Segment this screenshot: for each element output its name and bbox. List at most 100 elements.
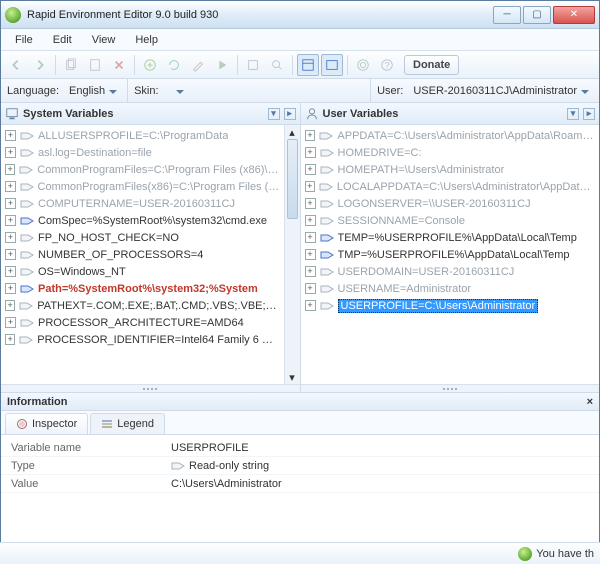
pane-collapse-button[interactable]: ▸	[583, 108, 595, 120]
tree-row[interactable]: +ComSpec=%SystemRoot%\system32\cmd.exe	[1, 212, 284, 229]
tree-row-text: CommonProgramFiles=C:\Program Files (x86…	[37, 164, 279, 176]
expand-icon[interactable]: +	[5, 266, 16, 277]
skin-dropdown[interactable]	[165, 85, 190, 97]
expand-icon[interactable]: +	[5, 334, 15, 345]
tree-row[interactable]: +OS=Windows_NT	[1, 263, 284, 280]
expand-icon[interactable]: +	[5, 249, 16, 260]
separator	[347, 55, 348, 75]
tree-row[interactable]: +USERDOMAIN=USER-20160311CJ	[301, 263, 600, 280]
tree-row[interactable]: +asl.log=Destination=file	[1, 144, 284, 161]
menu-help[interactable]: Help	[127, 31, 166, 49]
expand-icon[interactable]: +	[5, 198, 16, 209]
tree-row[interactable]: +TMP=%USERPROFILE%\AppData\Local\Temp	[301, 246, 600, 263]
tree-row-text: PROCESSOR_IDENTIFIER=Intel64 Family 6 Mo…	[37, 334, 279, 346]
expand-icon[interactable]: +	[5, 232, 16, 243]
scroll-up-icon[interactable]: ▴	[285, 125, 300, 139]
info-value-label: Value	[1, 478, 171, 490]
expand-icon[interactable]: +	[305, 130, 316, 141]
tree-row[interactable]: +HOMEPATH=\Users\Administrator	[301, 161, 600, 178]
toolbar-search-button[interactable]	[266, 54, 288, 76]
pane-collapse-button[interactable]: ▸	[284, 108, 296, 120]
expand-icon[interactable]: +	[5, 300, 15, 311]
expand-icon[interactable]: +	[305, 198, 316, 209]
expand-icon[interactable]: +	[5, 147, 16, 158]
tree-row[interactable]: +NUMBER_OF_PROCESSORS=4	[1, 246, 284, 263]
pane-menu-button[interactable]: ▾	[567, 108, 579, 120]
tree-row-text: USERNAME=Administrator	[338, 283, 472, 295]
expand-icon[interactable]: +	[5, 283, 16, 294]
expand-icon[interactable]: +	[305, 215, 316, 226]
tree-row[interactable]: + USERNAME=Administrator	[301, 280, 600, 297]
tree-row[interactable]: + CommonProgramFiles(x86)=C:\Program File…	[1, 178, 284, 195]
tree-row[interactable]: + SESSIONNAME=Console	[301, 212, 600, 229]
expand-icon[interactable]: +	[305, 266, 316, 277]
toolbar-add-button[interactable]	[139, 54, 161, 76]
tab-inspector[interactable]: Inspector	[5, 413, 88, 434]
toolbar-import-button[interactable]	[242, 54, 264, 76]
scroll-down-icon[interactable]: ▾	[285, 370, 300, 384]
tree-row-text: HOMEDRIVE=C:	[338, 147, 422, 159]
toolbar-help-button[interactable]: ?	[376, 54, 398, 76]
tree-row[interactable]: +ALLUSERSPROFILE=C:\ProgramData	[1, 127, 284, 144]
expand-icon[interactable]: +	[5, 164, 15, 175]
tree-row[interactable]: + HOMEDRIVE=C:	[301, 144, 600, 161]
system-tree[interactable]: +ALLUSERSPROFILE=C:\ProgramData+asl.log=…	[1, 125, 284, 384]
toolbar-edit-button[interactable]	[187, 54, 209, 76]
scroll-thumb[interactable]	[287, 139, 298, 219]
maximize-button[interactable]: ▢	[523, 6, 551, 24]
tree-row-text: SESSIONNAME=Console	[338, 215, 465, 227]
toolbar-refresh-button[interactable]	[163, 54, 185, 76]
expand-icon[interactable]: +	[5, 215, 16, 226]
expand-icon[interactable]: +	[305, 283, 316, 294]
toolbar-view-button[interactable]	[321, 54, 343, 76]
expand-icon[interactable]: +	[305, 147, 316, 158]
tree-row[interactable]: +PROCESSOR_ARCHITECTURE=AMD64	[1, 314, 284, 331]
tree-row[interactable]: +LOCALAPPDATA=C:\Users\Administrator\App…	[301, 178, 600, 195]
tab-legend[interactable]: Legend	[90, 413, 165, 434]
tree-row[interactable]: + CommonProgramFiles=C:\Program Files (x8…	[1, 161, 284, 178]
toolbar-run-button[interactable]	[211, 54, 233, 76]
expand-icon[interactable]: +	[305, 300, 316, 311]
tree-row[interactable]: + PROCESSOR_IDENTIFIER=Intel64 Family 6 M…	[1, 331, 284, 348]
tree-row[interactable]: +TEMP=%USERPROFILE%\AppData\Local\Temp	[301, 229, 600, 246]
tree-row[interactable]: +PATHEXT=.COM;.EXE;.BAT;.CMD;.VBS;.VBE;.…	[1, 297, 284, 314]
toolbar-paste-button[interactable]	[84, 54, 106, 76]
expand-icon[interactable]: +	[5, 130, 16, 141]
donate-button[interactable]: Donate	[404, 55, 459, 75]
scrollbar[interactable]: ▴ ▾	[284, 125, 300, 384]
expand-icon[interactable]: +	[5, 317, 16, 328]
info-close-button[interactable]: ×	[587, 396, 593, 408]
tree-row[interactable]: +Path=%SystemRoot%\system32;%System	[1, 280, 284, 297]
language-dropdown[interactable]: English	[65, 85, 123, 97]
toolbar-settings-button[interactable]	[352, 54, 374, 76]
toolbar-filter-button[interactable]	[297, 54, 319, 76]
menu-file[interactable]: File	[7, 31, 41, 49]
option-bar: Language: English Skin: User: USER-20160…	[1, 79, 599, 103]
expand-icon[interactable]: +	[5, 181, 16, 192]
inspector-icon	[16, 418, 28, 430]
tree-row[interactable]: +APPDATA=C:\Users\Administrator\AppData\…	[301, 127, 600, 144]
toolbar-forward-button[interactable]	[29, 54, 51, 76]
menu-edit[interactable]: Edit	[45, 31, 80, 49]
menu-view[interactable]: View	[84, 31, 124, 49]
expand-icon[interactable]: +	[305, 181, 315, 192]
expand-icon[interactable]: +	[305, 232, 316, 243]
tree-row[interactable]: +LOGONSERVER=\\USER-20160311CJ	[301, 195, 600, 212]
resize-grip[interactable]	[1, 384, 300, 392]
toolbar-back-button[interactable]	[5, 54, 27, 76]
toolbar-delete-button[interactable]	[108, 54, 130, 76]
expand-icon[interactable]: +	[305, 249, 316, 260]
tree-row-text: CommonProgramFiles(x86)=C:\Program Files…	[38, 181, 280, 193]
minimize-button[interactable]: ─	[493, 6, 521, 24]
tree-row[interactable]: +FP_NO_HOST_CHECK=NO	[1, 229, 284, 246]
expand-icon[interactable]: +	[305, 164, 316, 175]
toolbar-copy-button[interactable]	[60, 54, 82, 76]
tree-row[interactable]: +COMPUTERNAME=USER-20160311CJ	[1, 195, 284, 212]
tree-row[interactable]: +USERPROFILE=C:\Users\Administrator	[301, 297, 600, 314]
close-button[interactable]: ✕	[553, 6, 595, 24]
resize-grip[interactable]	[301, 384, 600, 392]
user-dropdown[interactable]: USER-20160311CJ\Administrator	[409, 85, 595, 97]
system-pane-title: System Variables	[23, 108, 114, 120]
pane-menu-button[interactable]: ▾	[268, 108, 280, 120]
user-tree[interactable]: +APPDATA=C:\Users\Administrator\AppData\…	[301, 125, 600, 384]
